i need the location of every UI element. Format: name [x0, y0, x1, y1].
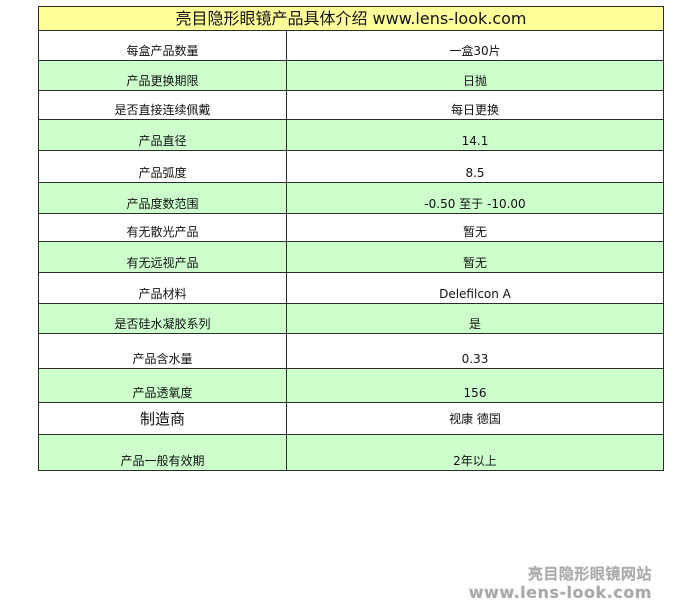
table-row: 有无远视产品 暂无 — [38, 241, 664, 273]
row-label: 产品一般有效期 — [38, 434, 287, 471]
table-row: 产品一般有效期 2年以上 — [38, 434, 664, 471]
table-row: 产品透氧度 156 — [38, 368, 664, 403]
row-label: 产品弧度 — [38, 150, 287, 183]
table-row: 制造商 视康 德国 — [38, 402, 664, 435]
row-label: 产品直径 — [38, 119, 287, 151]
row-label: 是否硅水凝胶系列 — [38, 303, 287, 334]
row-value: 暂无 — [286, 213, 664, 242]
row-value: 0.33 — [286, 333, 664, 369]
row-label: 是否直接连续佩戴 — [38, 90, 287, 120]
table-title-row: 亮目隐形眼镜产品具体介绍 www.lens-look.com — [38, 6, 664, 31]
row-label: 有无远视产品 — [38, 241, 287, 273]
table-row: 产品更换期限 日抛 — [38, 60, 664, 91]
table-row: 产品弧度 8.5 — [38, 150, 664, 183]
row-value: 156 — [286, 368, 664, 403]
site-watermark: 亮目隐形眼镜网站 www.lens-look.com — [469, 565, 652, 603]
table-row: 产品直径 14.1 — [38, 119, 664, 151]
row-label: 产品度数范围 — [38, 182, 287, 214]
table-row: 是否硅水凝胶系列 是 — [38, 303, 664, 334]
row-value: -0.50 至于 -10.00 — [286, 182, 664, 214]
row-value: 一盒30片 — [286, 30, 664, 61]
table-row: 产品材料 Delefilcon A — [38, 272, 664, 304]
row-value: Delefilcon A — [286, 272, 664, 304]
watermark-site-name: 亮目隐形眼镜网站 — [527, 565, 652, 583]
row-value: 8.5 — [286, 150, 664, 183]
row-label: 产品含水量 — [38, 333, 287, 369]
row-label: 制造商 — [38, 402, 287, 435]
table-row: 产品含水量 0.33 — [38, 333, 664, 369]
table-row: 是否直接连续佩戴 每日更换 — [38, 90, 664, 120]
table-row: 产品度数范围 -0.50 至于 -10.00 — [38, 182, 664, 214]
product-spec-table: 亮目隐形眼镜产品具体介绍 www.lens-look.com 每盒产品数量 一盒… — [38, 6, 664, 471]
row-value: 14.1 — [286, 119, 664, 151]
row-value: 是 — [286, 303, 664, 334]
row-value: 每日更换 — [286, 90, 664, 120]
row-value: 日抛 — [286, 60, 664, 91]
row-label: 产品透氧度 — [38, 368, 287, 403]
row-label: 产品材料 — [38, 272, 287, 304]
row-label: 有无散光产品 — [38, 213, 287, 242]
table-title: 亮目隐形眼镜产品具体介绍 www.lens-look.com — [38, 6, 664, 31]
table-row: 每盒产品数量 一盒30片 — [38, 30, 664, 61]
row-label: 产品更换期限 — [38, 60, 287, 91]
table-row: 有无散光产品 暂无 — [38, 213, 664, 242]
row-value: 2年以上 — [286, 434, 664, 471]
row-value: 暂无 — [286, 241, 664, 273]
row-value: 视康 德国 — [286, 402, 664, 435]
row-label: 每盒产品数量 — [38, 30, 287, 61]
watermark-site-url: www.lens-look.com — [468, 583, 652, 602]
